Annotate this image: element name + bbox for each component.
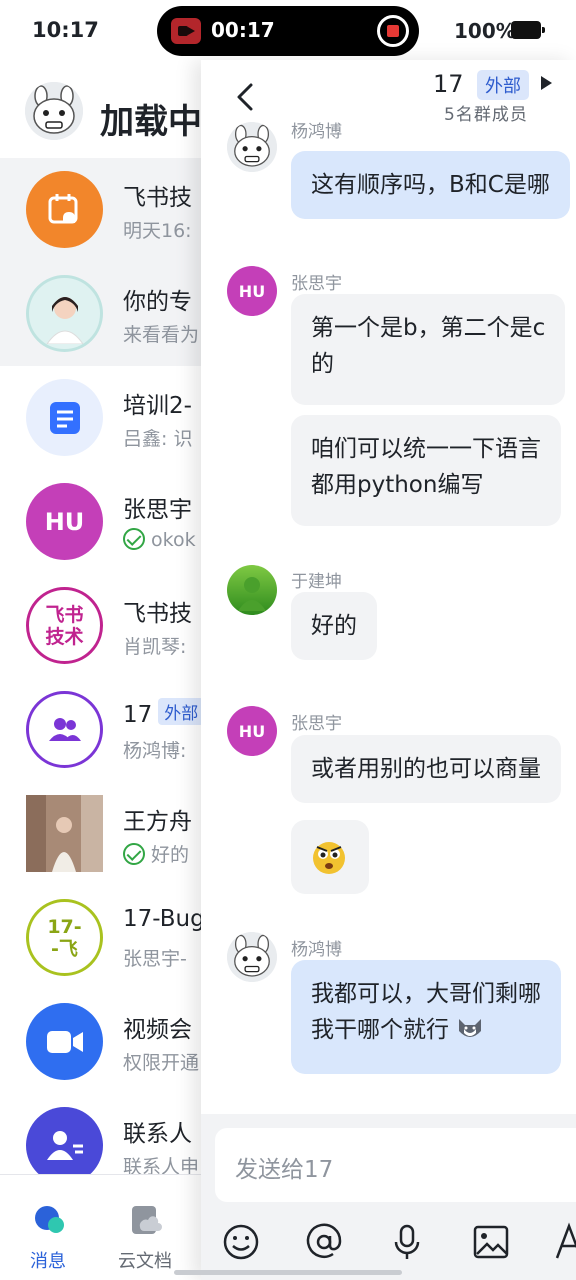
chat-row-name: 飞书技 <box>123 601 192 627</box>
video-camera-icon <box>26 1003 103 1080</box>
message-line-text: 我干哪个就行 <box>311 1017 449 1043</box>
group-avatar: 飞书 技术 <box>26 587 103 664</box>
message-bubble-icon <box>35 1206 64 1233</box>
message-bubble[interactable]: 咱们可以统一一下语言 都用python编写 <box>291 415 561 526</box>
message-bubble[interactable]: 我都可以，大哥们剩哪 我干哪个就行 <box>291 960 561 1074</box>
group-chat-panel: 17 外部 5名群成员 杨鸿博 这有顺序吗，B和C是哪 HU 张思宇 第一个是b… <box>201 60 576 1280</box>
chat-row-name: 培训2- <box>123 393 192 419</box>
mention-icon[interactable] <box>304 1222 344 1262</box>
composer-toolbar <box>201 1222 576 1272</box>
home-indicator[interactable] <box>174 1270 402 1275</box>
sender-name: 杨鸿博 <box>291 122 342 142</box>
external-tag: 外部 <box>477 70 529 100</box>
chat-row-preview: 张思宇- <box>123 948 187 970</box>
owl-face-emoji-icon <box>313 842 345 874</box>
microphone-icon[interactable] <box>387 1222 427 1262</box>
preview-text: okok <box>151 529 196 551</box>
husky-emoji-icon <box>459 1019 482 1037</box>
stop-recording-icon[interactable] <box>377 15 409 47</box>
my-avatar[interactable] <box>25 82 83 140</box>
message-line: 都用python编写 <box>311 472 484 498</box>
message-line: 第一个是b，第二个是c <box>311 315 546 341</box>
cloud-doc-icon <box>132 1206 162 1234</box>
chat-row-preview: 明天16: <box>123 220 192 242</box>
sender-avatar[interactable] <box>227 122 277 172</box>
input-placeholder: 发送给17 <box>235 1157 334 1183</box>
status-bar: 10:17 00:17 100% <box>0 0 576 60</box>
chat-row-preview: 杨鸿博: <box>123 740 187 762</box>
read-check-icon <box>123 528 145 550</box>
status-time: 10:17 <box>32 18 99 42</box>
sticker-bubble[interactable] <box>291 820 369 894</box>
sender-name: 于建坤 <box>291 572 342 592</box>
tab-label: 消息 <box>30 1251 66 1272</box>
screen-recording-pill[interactable]: 00:17 <box>157 6 419 56</box>
sender-avatar[interactable] <box>227 565 277 615</box>
chat-row-preview: 肖凯琴: <box>123 636 187 658</box>
sender-name: 张思宇 <box>291 274 342 294</box>
preview-text: 好的 <box>151 844 190 866</box>
back-arrow-icon[interactable] <box>231 82 261 112</box>
add-contact-icon <box>26 1107 103 1184</box>
message-list[interactable]: 杨鸿博 这有顺序吗，B和C是哪 HU 张思宇 第一个是b，第二个是c 的 咱们可… <box>201 120 576 1110</box>
cartoon-avatar-icon <box>25 82 83 140</box>
group-people-icon <box>26 691 103 768</box>
photo-avatar <box>26 795 103 872</box>
chat-row-name: 视频会 <box>123 1017 192 1043</box>
chat-row-preview: 权限开通 <box>123 1052 200 1074</box>
sender-avatar[interactable] <box>227 932 277 982</box>
chat-row-name: 你的专 <box>123 289 192 315</box>
cartoon-avatar-icon <box>227 122 277 172</box>
battery-icon <box>511 21 545 39</box>
screen: 10:17 00:17 100% 加载中 飞书技 明天16: 你的专 来看看为 … <box>0 0 576 1280</box>
calendar-bell-icon <box>26 171 103 248</box>
chat-row-preview: 好的 <box>123 840 189 867</box>
chat-row-name: 17 外部 <box>123 698 205 728</box>
read-check-icon <box>123 843 145 865</box>
chat-row-name: 张思宇 <box>123 497 192 523</box>
document-icon <box>26 379 103 456</box>
message-line: 我都可以，大哥们剩哪 <box>311 981 541 1007</box>
external-tag: 外部 <box>158 698 205 725</box>
chat-row-name: 17-Bug <box>123 906 205 932</box>
image-icon[interactable] <box>471 1222 511 1262</box>
tab-messages[interactable]: 消息 <box>3 1175 93 1280</box>
cartoon-avatar-icon <box>227 932 277 982</box>
contact-avatar: HU <box>26 483 103 560</box>
message-line: 我干哪个就行 <box>311 1012 541 1048</box>
battery-percent: 100% <box>454 19 516 43</box>
message-line: 的 <box>311 351 334 377</box>
emoji-icon[interactable] <box>221 1222 261 1262</box>
chat-row-name: 联系人 <box>123 1121 192 1147</box>
group-avatar: 17- -飞 <box>26 899 103 976</box>
sender-avatar[interactable]: HU <box>227 706 277 756</box>
message-bubble[interactable]: 好的 <box>291 592 377 660</box>
message-line: 咱们可以统一一下语言 <box>311 436 541 462</box>
message-bubble[interactable]: 第一个是b，第二个是c 的 <box>291 294 566 405</box>
message-input[interactable]: 发送给17 <box>215 1128 576 1202</box>
camera-record-icon <box>171 18 201 44</box>
chat-row-preview: okok <box>123 528 196 551</box>
chat-row-name: 王方舟 <box>123 809 192 835</box>
chat-title[interactable]: 17 <box>433 70 464 98</box>
assistant-avatar <box>26 275 103 352</box>
sender-avatar[interactable]: HU <box>227 266 277 316</box>
sender-name: 张思宇 <box>291 714 342 734</box>
composer: 发送给17 <box>201 1114 576 1280</box>
page-title: 加载中 <box>100 102 202 142</box>
chat-row-name: 飞书技 <box>123 185 192 211</box>
chat-row-preview: 来看看为 <box>123 324 200 346</box>
recording-timer: 00:17 <box>211 18 275 42</box>
text-format-icon[interactable] <box>553 1222 576 1262</box>
chat-row-preview: 吕鑫: 识 <box>123 428 193 450</box>
sender-name: 杨鸿博 <box>291 940 342 960</box>
chevron-right-icon[interactable] <box>541 76 552 90</box>
message-bubble[interactable]: 这有顺序吗，B和C是哪 <box>291 151 570 219</box>
person-silhouette-icon <box>238 577 266 611</box>
message-bubble[interactable]: 或者用别的也可以商量 <box>291 735 561 803</box>
tab-cloud-docs[interactable]: 云文档 <box>100 1175 190 1280</box>
chat-row-name-text: 17 <box>123 702 153 728</box>
